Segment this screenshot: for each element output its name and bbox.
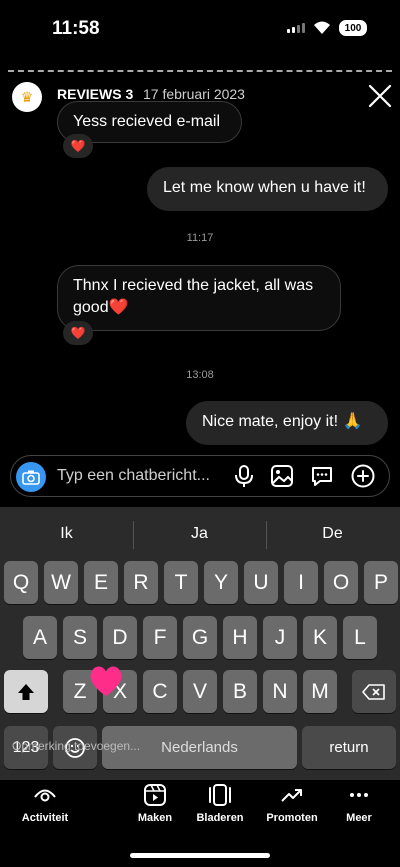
nav-label: Meer: [346, 812, 372, 824]
suggestion[interactable]: Ik: [0, 525, 133, 543]
key[interactable]: I: [284, 561, 318, 604]
key[interactable]: K: [303, 616, 337, 659]
key[interactable]: L: [343, 616, 377, 659]
sticker-icon[interactable]: [309, 463, 335, 489]
nav-label: Promoten: [266, 812, 318, 824]
thread-date: 17 februari 2023: [143, 86, 245, 102]
header-divider: [8, 70, 392, 72]
eye-icon: [34, 789, 56, 802]
key[interactable]: Q: [4, 561, 38, 604]
heart-reaction-icon[interactable]: ❤️: [63, 134, 93, 158]
key[interactable]: Y: [204, 561, 238, 604]
nav-label: Bladeren: [196, 812, 244, 824]
nav-item-bladeren[interactable]: Bladeren: [185, 784, 255, 824]
heart-reaction-icon[interactable]: ❤️: [63, 321, 93, 345]
camera-button[interactable]: [16, 462, 46, 492]
key[interactable]: D: [103, 616, 137, 659]
message-outgoing[interactable]: Nice mate, enjoy it! 🙏: [186, 401, 388, 445]
key[interactable]: S: [63, 616, 97, 659]
nav-label: Maken: [137, 812, 173, 824]
key[interactable]: W: [44, 561, 78, 604]
message-incoming[interactable]: Thnx I recieved the jacket, all was good…: [57, 265, 341, 331]
avatar[interactable]: ♛: [12, 82, 42, 112]
key[interactable]: F: [143, 616, 177, 659]
reel-create-icon: [144, 784, 166, 806]
microphone-icon[interactable]: [231, 463, 257, 489]
return-key[interactable]: return: [302, 726, 396, 769]
suggestion[interactable]: De: [266, 525, 399, 543]
key[interactable]: C: [143, 670, 177, 713]
key[interactable]: P: [364, 561, 398, 604]
battery-icon: 100: [339, 20, 367, 36]
add-comment-overlay: Opmerking toevoegen...: [12, 739, 141, 753]
key[interactable]: T: [164, 561, 198, 604]
gallery-icon[interactable]: [269, 463, 295, 489]
status-time: 11:58: [52, 18, 100, 39]
key[interactable]: A: [23, 616, 57, 659]
status-icons: 100: [287, 20, 367, 36]
camera-icon: [22, 470, 40, 485]
backspace-key[interactable]: [352, 670, 396, 713]
key[interactable]: G: [183, 616, 217, 659]
trending-up-icon: [281, 789, 302, 802]
shift-key[interactable]: [4, 670, 48, 713]
nav-item-activiteit[interactable]: Activiteit: [10, 784, 80, 824]
add-icon[interactable]: [350, 463, 376, 489]
signal-icon: [287, 23, 305, 33]
backspace-icon: [362, 683, 385, 700]
nav-item-maken[interactable]: Maken: [120, 784, 190, 824]
message-input[interactable]: Typ een chatbericht...: [57, 467, 210, 485]
heart-sticker-icon: [90, 666, 122, 696]
key[interactable]: U: [244, 561, 278, 604]
nav-label: Activiteit: [21, 812, 69, 824]
key[interactable]: M: [303, 670, 337, 713]
nav-item-meer[interactable]: Meer: [324, 784, 394, 824]
key[interactable]: E: [84, 561, 118, 604]
close-icon[interactable]: [366, 82, 394, 110]
timestamp: 13:08: [186, 369, 214, 381]
shift-icon: [18, 683, 34, 700]
timestamp: 11:17: [186, 232, 214, 244]
suggestion[interactable]: Ja: [133, 525, 266, 543]
more-icon: [350, 793, 368, 797]
nav-item-promoten[interactable]: Promoten: [257, 784, 327, 824]
key[interactable]: B: [223, 670, 257, 713]
key[interactable]: N: [263, 670, 297, 713]
key[interactable]: J: [263, 616, 297, 659]
home-indicator: [130, 853, 270, 858]
message-outgoing[interactable]: Let me know when u have it!: [147, 167, 388, 211]
key[interactable]: O: [324, 561, 358, 604]
key[interactable]: R: [124, 561, 158, 604]
key[interactable]: H: [223, 616, 257, 659]
key[interactable]: V: [183, 670, 217, 713]
thread-name[interactable]: REVIEWS 3: [57, 86, 133, 102]
browse-icon: [209, 784, 231, 806]
wifi-icon: [314, 21, 330, 34]
